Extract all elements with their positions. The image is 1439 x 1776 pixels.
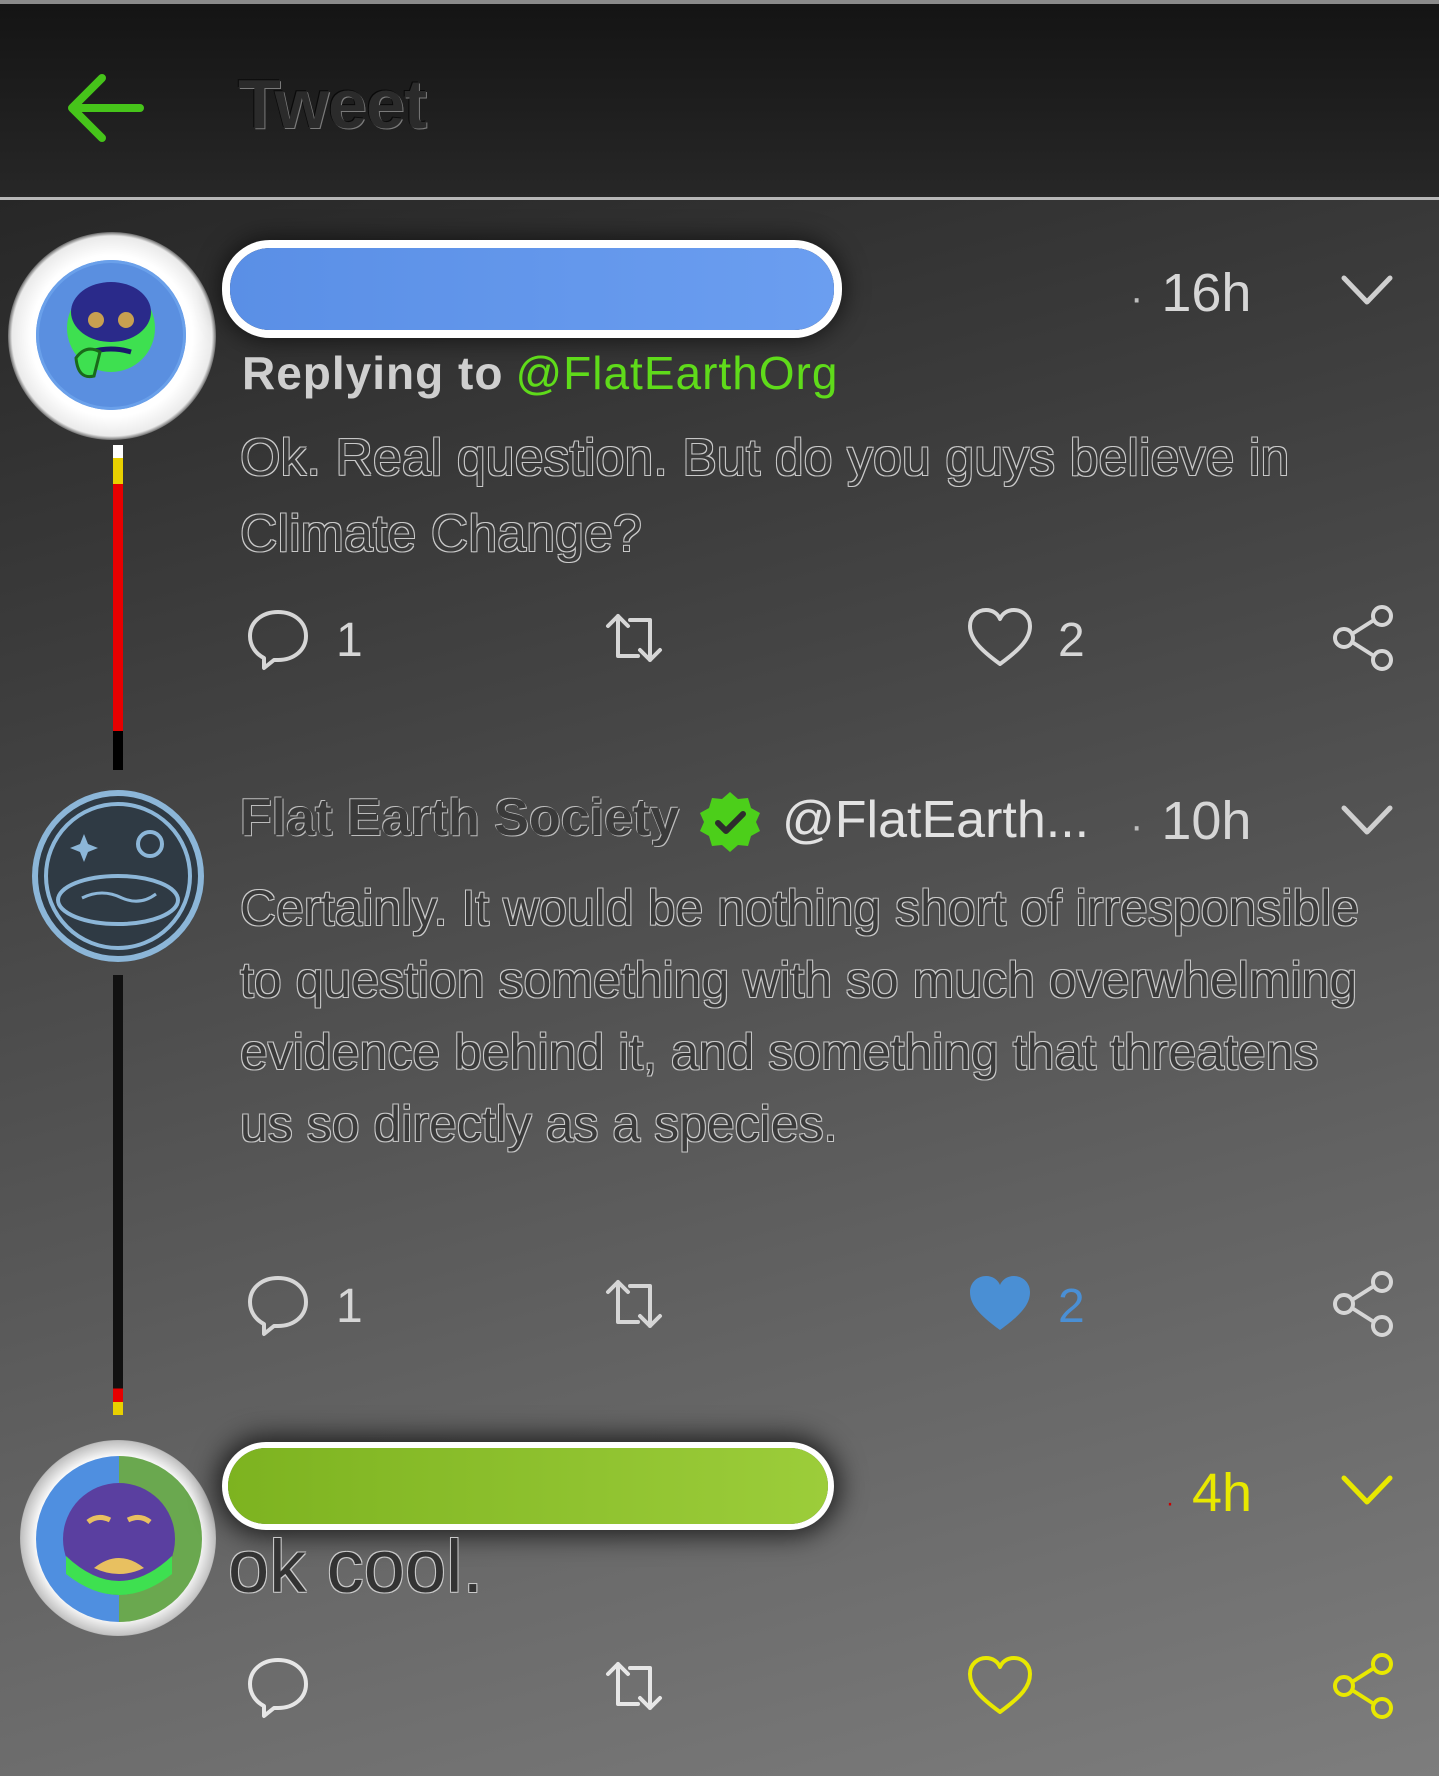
tweet-text: ok cool.	[228, 1525, 484, 1608]
arrow-left-icon	[68, 74, 144, 142]
reply-button[interactable]: 1	[244, 604, 363, 677]
like-button[interactable]	[966, 1652, 1034, 1725]
tweet-timestamp: · 16h	[1130, 263, 1252, 323]
retweet-button[interactable]	[600, 604, 668, 677]
tweet-menu-button[interactable]	[1340, 274, 1394, 308]
page-title: Tweet	[238, 65, 427, 143]
retweet-button[interactable]	[600, 1270, 668, 1343]
avatar[interactable]	[8, 232, 216, 440]
share-icon	[1330, 1270, 1398, 1343]
retweet-icon	[600, 1652, 668, 1725]
redacted-username	[230, 248, 834, 330]
tweet-menu-button[interactable]	[1340, 804, 1394, 838]
retweet-icon	[600, 604, 668, 677]
share-icon	[1330, 1652, 1398, 1725]
avatar[interactable]	[20, 1440, 216, 1636]
reply-count: 1	[336, 1280, 363, 1333]
like-button[interactable]: 2	[966, 604, 1085, 677]
heart-filled-icon	[966, 1270, 1034, 1343]
chevron-down-icon	[1341, 805, 1393, 835]
reply-icon	[244, 1652, 312, 1725]
tweet-timestamp: · 4h	[1166, 1463, 1253, 1523]
verified-badge-icon	[698, 790, 762, 854]
replying-to-line: Replying to @FlatEarthOrg	[242, 346, 838, 400]
anguished-face-avatar-icon	[63, 1483, 175, 1595]
reply-icon	[244, 604, 312, 677]
tweet-text: Certainly. It would be nothing short of …	[240, 880, 1360, 1152]
author-name[interactable]: Flat Earth Society	[240, 788, 679, 848]
replying-to-handle[interactable]: @FlatEarthOrg	[515, 347, 838, 399]
like-count: 2	[1058, 614, 1085, 667]
like-button[interactable]: 2	[966, 1270, 1085, 1343]
tweet-thread-screen: Tweet · 16h Replying to @FlatEarthOrg Ok. …	[0, 0, 1439, 1776]
tweet-menu-button[interactable]	[1340, 1474, 1394, 1508]
top-app-bar: Tweet	[0, 0, 1439, 200]
tweet-text: Ok. Real question. But do you guys belie…	[240, 429, 1290, 563]
back-button[interactable]	[62, 66, 146, 150]
replying-to-label: Replying to	[242, 347, 504, 399]
reply-button[interactable]: 1	[244, 1270, 363, 1343]
retweet-icon	[600, 1270, 668, 1343]
share-button[interactable]	[1330, 1652, 1398, 1725]
share-button[interactable]	[1330, 1270, 1398, 1343]
tweet-timestamp: · 10h	[1130, 791, 1252, 851]
author-handle: @FlatEarth...	[782, 791, 1090, 849]
share-icon	[1330, 604, 1398, 677]
thinking-face-avatar-icon	[67, 282, 155, 379]
like-count: 2	[1058, 1280, 1085, 1333]
reply-icon	[244, 1270, 312, 1343]
reply-count: 1	[336, 614, 363, 667]
chevron-down-icon	[1341, 275, 1393, 305]
redacted-username	[228, 1448, 828, 1524]
chevron-down-icon	[1341, 1475, 1393, 1505]
thread-connector	[113, 975, 123, 1415]
retweet-button[interactable]	[600, 1652, 668, 1725]
reply-button[interactable]	[244, 1652, 312, 1725]
share-button[interactable]	[1330, 604, 1398, 677]
thread-connector	[113, 445, 123, 770]
flat-earth-logo-icon	[44, 802, 192, 950]
avatar[interactable]	[32, 790, 204, 962]
heart-icon	[966, 604, 1034, 677]
heart-icon	[966, 1652, 1034, 1725]
